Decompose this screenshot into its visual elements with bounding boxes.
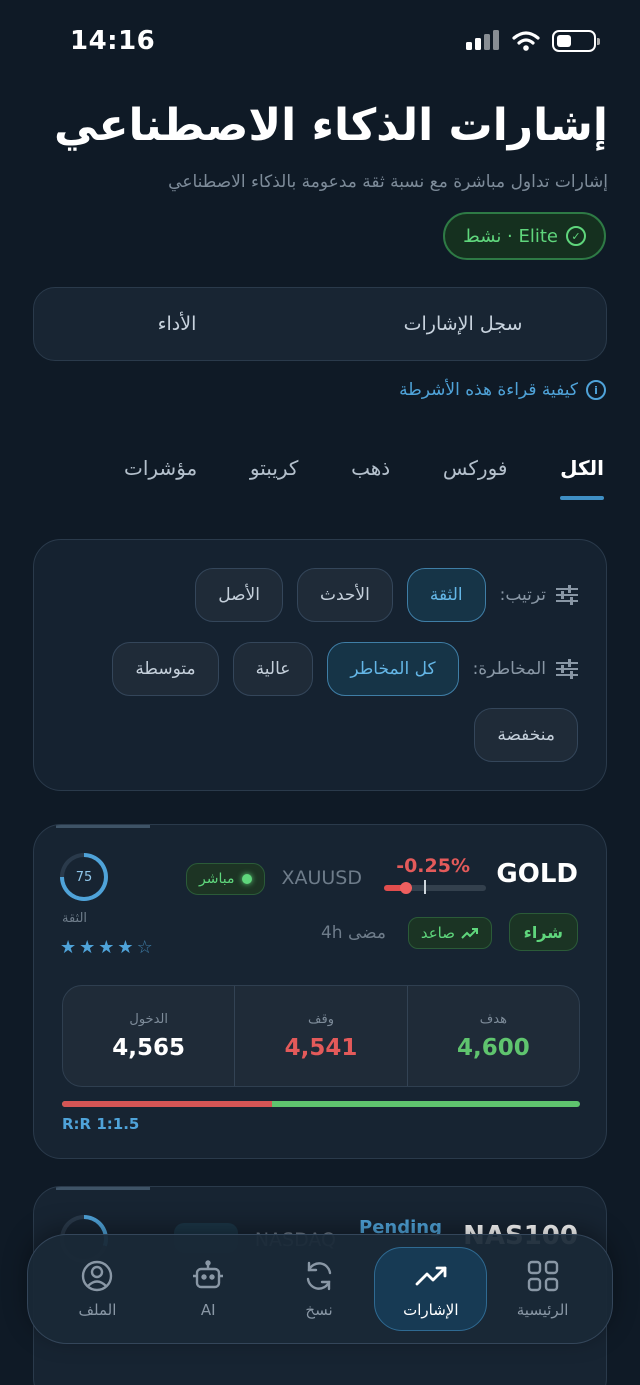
confidence-label: الثقة [62,911,88,926]
target-label: هدف [479,1011,507,1027]
elite-status-badge: نشط · Elite ✓ [443,212,606,260]
stop-value: 4,541 [284,1034,358,1061]
nav-copy-label: نسخ [305,1301,333,1319]
tab-all[interactable]: الكل [560,456,604,500]
robot-icon [193,1260,224,1289]
card-top-line [56,825,150,828]
nav-signals-label: الإشارات [403,1301,459,1319]
sort-confidence-chip[interactable]: الثقة [406,568,486,622]
price-levels: هدف 4,600 وقف 4,541 الدخول 4,565 [62,985,580,1087]
page-subtitle: إشارات تداول مباشرة مع نسبة ثقة مدعومة ب… [168,172,608,192]
bottom-nav: الرئيسية الإشارات نسخ AI الملف [27,1234,613,1344]
card-top-line [56,1187,150,1190]
filter-panel: ترتيب: الثقة الأحدث الأصل المخاطرة: كل ا… [33,539,607,791]
trending-up-icon [415,1266,447,1286]
signal-card[interactable]: GOLD -0.25% XAUUSD مباشر 75 الثقة ★ ★ ★ … [33,824,607,1159]
live-dot-icon [242,874,253,884]
info-icon: i [586,380,606,400]
wifi-icon [512,31,540,51]
risk-label-group: المخاطرة: [473,659,578,679]
signal-age: مضى 4h [320,923,386,943]
live-badge: مباشر [186,863,266,895]
signal-change: -0.25% [396,855,470,877]
nav-profile[interactable]: الملف [42,1247,153,1331]
sort-label: ترتيب: [499,585,546,605]
risk-row-2: منخفضة [474,708,578,762]
nav-ai[interactable]: AI [153,1247,264,1331]
status-time: 14:16 [70,26,156,56]
stop-label: وقف [308,1011,334,1027]
tab-performance[interactable]: الأداء [34,288,320,360]
sort-newest-chip[interactable]: الأحدث [296,568,393,622]
grid-icon [527,1260,558,1292]
battery-icon [552,30,600,52]
risk-reward-ratio: R:R 1:1.5 [62,1115,140,1133]
star-filled-icon: ★ [79,937,96,958]
confidence-value: 75 [64,857,104,897]
confidence-ring: 75 [60,853,108,901]
elite-badge-label: نشط · Elite [463,225,558,247]
risk-label: المخاطرة: [472,659,546,679]
user-icon [82,1260,113,1292]
entry-label: الدخول [129,1011,168,1027]
cellular-signal-icon [466,30,499,50]
entry-value: 4,565 [112,1034,186,1061]
view-segment: الأداء سجل الإشارات [33,287,607,361]
live-label: مباشر [199,871,235,887]
risk-high-chip[interactable]: عالية [232,642,314,696]
trending-up-icon [461,928,478,939]
risk-row: المخاطرة: كل المخاطر عالية متوسطة [112,642,578,696]
sort-asset-chip[interactable]: الأصل [195,568,283,622]
star-filled-icon: ★ [60,937,77,958]
price-position-bar [384,880,486,894]
page-title: إشارات الذكاء الاصطناعي [53,100,608,151]
tab-forex[interactable]: فوركس [443,456,508,492]
how-to-read-link[interactable]: كيفية قراءة هذه الأشرطة i [399,380,606,400]
status-icons [466,30,600,52]
sort-row: ترتيب: الثقة الأحدث الأصل [195,568,578,622]
sliders-icon [556,659,578,679]
target-value: 4,600 [456,1034,530,1061]
trend-badge: صاعد [407,917,492,949]
sort-label-group: ترتيب: [500,585,578,605]
tab-signal-history[interactable]: سجل الإشارات [320,288,606,360]
how-to-read-label: كيفية قراءة هذه الأشرطة [399,380,578,400]
nav-profile-label: الملف [78,1301,117,1319]
sliders-icon [556,585,578,605]
nav-signals[interactable]: الإشارات [374,1247,488,1331]
risk-medium-chip[interactable]: متوسطة [112,642,219,696]
star-filled-icon: ★ [98,937,115,958]
risk-low-chip[interactable]: منخفضة [474,708,578,762]
sync-icon [306,1261,332,1291]
category-tabs: الكل فوركس ذهب كريبتو مؤشرات [124,456,604,500]
nav-ai-label: AI [200,1301,216,1319]
tab-indices[interactable]: مؤشرات [124,456,197,492]
tab-gold[interactable]: ذهب [351,456,390,492]
nav-copy[interactable]: نسخ [264,1247,375,1331]
entry-column: الدخول 4,565 [63,986,234,1086]
star-filled-icon: ★ [117,937,134,958]
nav-home-label: الرئيسية [516,1301,569,1319]
stop-column: وقف 4,541 [234,986,406,1086]
nav-home[interactable]: الرئيسية [487,1247,598,1331]
buy-badge: شراء [508,913,578,951]
check-circle-icon: ✓ [566,226,586,246]
signal-symbol: GOLD [496,859,578,889]
trend-label: صاعد [420,924,455,942]
star-empty-icon: ☆ [136,937,153,958]
risk-reward-bar [62,1101,580,1107]
star-rating: ★ ★ ★ ★ ☆ [60,937,153,958]
risk-all-chip[interactable]: كل المخاطر [327,642,459,696]
target-column: هدف 4,600 [406,986,579,1086]
signal-pair: XAUUSD [281,867,362,889]
tab-crypto[interactable]: كريبتو [250,456,299,492]
